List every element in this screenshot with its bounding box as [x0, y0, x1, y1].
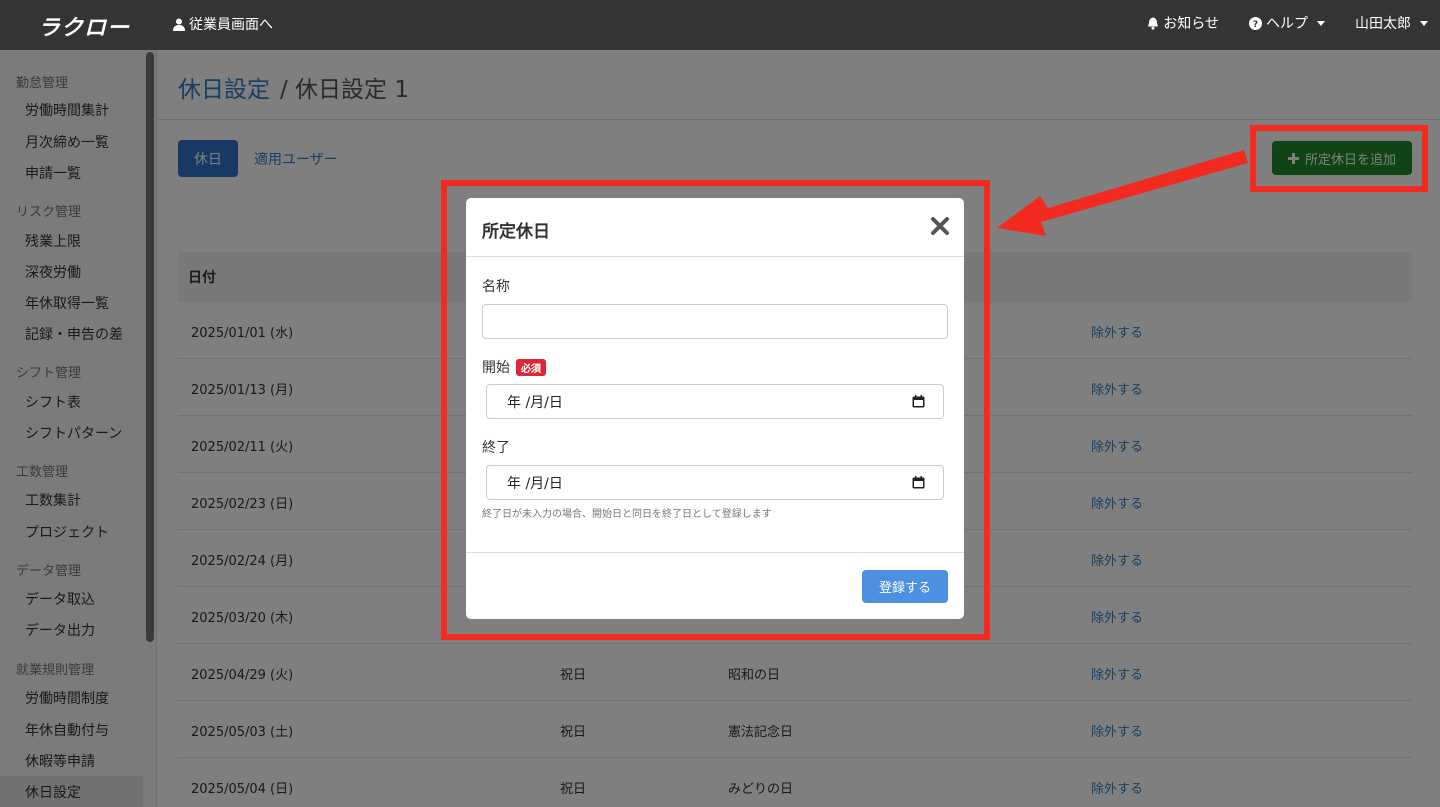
top-nav: ラクロー 従業員画面へ お知らせ ? ヘルプ 山田太郎: [0, 0, 1440, 50]
nav-right: お知らせ ? ヘルプ 山田太郎: [1147, 13, 1428, 33]
employee-screen-label: 従業員画面へ: [189, 17, 273, 33]
bell-icon: [1148, 17, 1159, 30]
question-circle-icon: ?: [1249, 16, 1262, 30]
help-label: ヘルプ: [1266, 16, 1308, 32]
user-menu[interactable]: 山田太郎: [1355, 13, 1428, 33]
user-icon: [173, 18, 185, 31]
chevron-down-icon: [1317, 20, 1325, 26]
add-button-highlight-box: [1250, 125, 1428, 192]
app-logo[interactable]: ラクロー: [38, 10, 130, 42]
user-name: 山田太郎: [1355, 16, 1411, 32]
employee-screen-link[interactable]: 従業員画面へ: [173, 14, 273, 34]
chevron-down-icon: [1420, 20, 1428, 26]
notice-label: お知らせ: [1163, 16, 1219, 32]
notice-link[interactable]: お知らせ: [1147, 13, 1219, 33]
help-menu[interactable]: ? ヘルプ: [1249, 13, 1325, 33]
modal-highlight-box: [441, 180, 990, 640]
svg-text:?: ?: [1253, 20, 1258, 30]
